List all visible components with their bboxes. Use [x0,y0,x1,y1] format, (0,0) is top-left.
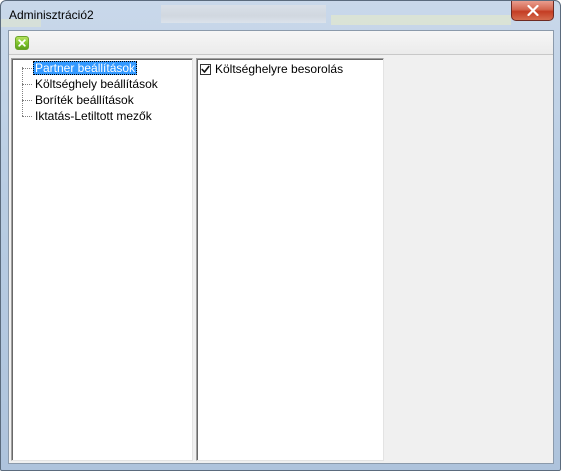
koltseghelyre-besorolas-checkbox[interactable] [200,63,211,75]
checkbox-label: Költséghelyre besorolás [215,62,344,76]
tree-item-label: Költséghely beállítások [35,77,158,91]
client-area: Partner beállítások Költséghely beállítá… [8,30,554,464]
toolbar-close-button[interactable] [15,36,29,50]
tree-item-boritek[interactable]: Boríték beállítások [12,92,192,108]
close-green-icon [18,39,26,47]
settings-panel[interactable]: Költséghelyre besorolás [196,58,384,461]
titlebar-background-bleed [331,15,511,25]
toolbar [9,31,553,55]
navigation-tree-panel[interactable]: Partner beállítások Költséghely beállítá… [11,58,193,461]
admin-window: Adminisztráció2 Partner beállítások Költ… [0,0,561,471]
tree-item-label: Iktatás-Letiltott mezők [35,109,152,123]
koltseghelyre-besorolas-checkbox-row[interactable]: Költséghelyre besorolás [200,61,343,77]
tree-item-label: Boríték beállítások [35,93,134,107]
window-title: Adminisztráció2 [9,8,94,22]
tree-item-iktatas[interactable]: Iktatás-Letiltott mezők [12,108,192,124]
tree-item-koltseghely[interactable]: Költséghely beállítások [12,76,192,92]
window-close-button[interactable] [511,1,554,21]
checkmark-icon [201,65,210,73]
close-icon [526,5,539,16]
tree-item-label: Partner beállítások [33,61,138,75]
titlebar-background-bleed [161,5,326,23]
tree-item-partner[interactable]: Partner beállítások [12,60,192,76]
